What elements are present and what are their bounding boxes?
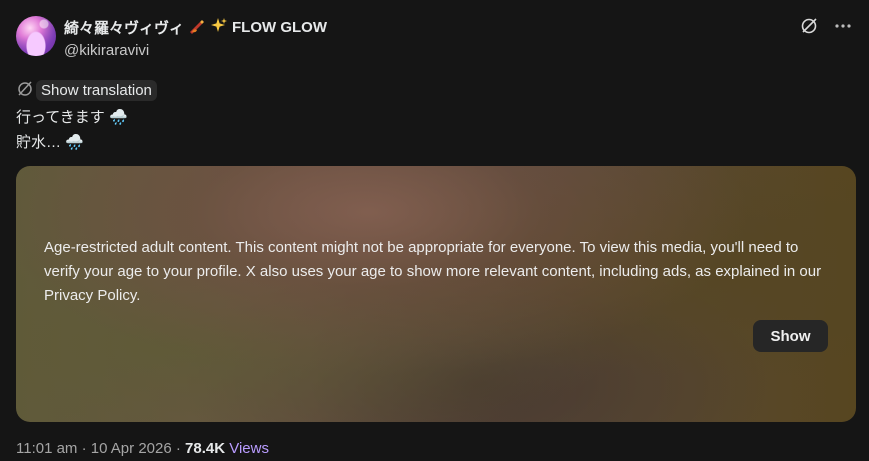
views-label[interactable]: Views bbox=[229, 440, 269, 457]
display-name-text: 綺々羅々ヴィヴィ bbox=[64, 20, 185, 37]
translation-row: Show translation bbox=[16, 79, 157, 102]
post-text-line-1: 行ってきます 🌧️ bbox=[16, 106, 128, 127]
post-actions bbox=[799, 16, 853, 36]
display-name-suffix: FLOW GLOW bbox=[232, 19, 327, 36]
views-count: 78.4K bbox=[185, 440, 226, 457]
more-icon[interactable] bbox=[833, 16, 853, 36]
pen-fire-emoji bbox=[188, 18, 206, 37]
rain-cloud-emoji: 🌧️ bbox=[65, 134, 84, 151]
rain-cloud-emoji: 🌧️ bbox=[108, 109, 128, 126]
sparkles-emoji bbox=[210, 17, 228, 38]
grok-translate-icon bbox=[16, 79, 34, 102]
post-text-line-2-text: 貯水… bbox=[16, 134, 62, 151]
grok-icon[interactable] bbox=[799, 16, 819, 36]
post-metadata: 11:01 am · 10 Apr 2026 · 78.4K Views bbox=[16, 440, 269, 457]
display-name[interactable]: 綺々羅々ヴィヴィ FLOW GLOW bbox=[64, 17, 327, 38]
age-restriction-warning: Age-restricted adult content. This conte… bbox=[44, 239, 822, 304]
meta-separator: · bbox=[77, 440, 91, 457]
show-translation-button[interactable]: Show translation bbox=[36, 80, 157, 101]
avatar-image bbox=[16, 16, 56, 56]
meta-separator: · bbox=[171, 440, 186, 457]
user-handle[interactable]: @kikiraravivi bbox=[64, 42, 149, 59]
post-date[interactable]: 10 Apr 2026 bbox=[91, 440, 172, 457]
post: 綺々羅々ヴィヴィ FLOW GLOW @kikiraravivi Show tr… bbox=[0, 0, 869, 461]
post-time[interactable]: 11:01 am bbox=[16, 440, 77, 457]
show-media-button[interactable]: Show bbox=[753, 320, 828, 352]
sensitive-media[interactable]: Age-restricted adult content. This conte… bbox=[16, 166, 856, 422]
avatar[interactable] bbox=[16, 16, 56, 56]
post-text-line-2: 貯水… 🌧️ bbox=[16, 131, 84, 152]
post-text-line-1-text: 行ってきます bbox=[16, 109, 105, 126]
